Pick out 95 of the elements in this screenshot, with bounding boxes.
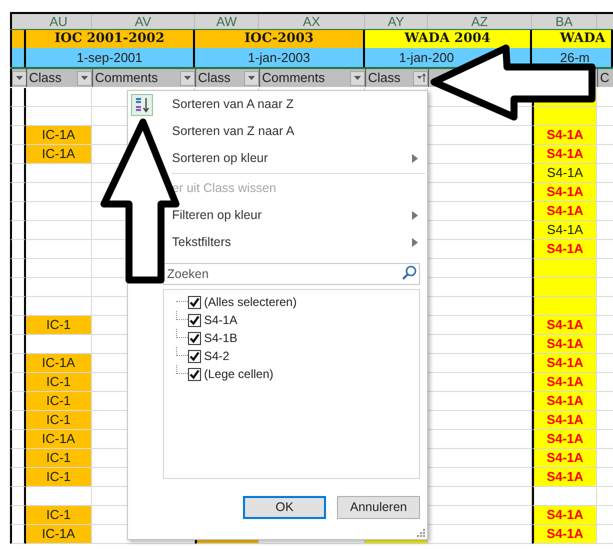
filter-active-button[interactable] [413, 70, 428, 86]
group-title: IOC-2003 [195, 30, 365, 48]
checkbox[interactable] [188, 350, 201, 362]
menu-item[interactable]: Tekstfilters [172, 233, 232, 252]
table-cell: S4-1A [532, 392, 597, 411]
table-cell: S4-1A [532, 335, 597, 354]
table-cell: S4-1A [532, 468, 597, 487]
table-cell: IC-1A [26, 430, 92, 449]
table-cell [10, 487, 26, 506]
checkbox-label[interactable]: S4-1A [204, 311, 238, 329]
dropdown-button[interactable] [244, 70, 259, 86]
checkbox-label[interactable]: (Lege cellen) [204, 365, 274, 383]
table-cell: S4-1A [532, 221, 597, 240]
table-cell: IC-1 [26, 373, 92, 392]
table-cell: S4-1A [532, 202, 597, 221]
filter-header-label: Class [368, 69, 401, 88]
table-cell [10, 164, 26, 183]
table-cell: S4-1A [532, 506, 597, 525]
filter-header-label: Class [29, 69, 62, 88]
table-cell: IC-1 [26, 316, 92, 335]
column-header[interactable]: AX [259, 14, 365, 29]
filter-header-label: Comments [262, 69, 325, 88]
menu-item[interactable]: Filteren op kleur [172, 206, 262, 225]
dropdown-button[interactable] [180, 70, 195, 86]
table-cell: S4-1A [532, 316, 597, 335]
filter-header-label: C [600, 69, 610, 88]
cancel-button[interactable]: Annuleren [337, 496, 420, 519]
caret-icon [81, 76, 88, 80]
table-cell: S4-1A [532, 373, 597, 392]
table-cell: IC-1 [26, 468, 92, 487]
table-cell [10, 107, 26, 126]
table-cell: IC-1 [26, 506, 92, 525]
search-field[interactable]: Zoeken [163, 263, 420, 285]
dropdown-button[interactable] [350, 70, 365, 86]
table-cell: S4-1A [532, 430, 597, 449]
table-cell: IC-1A [26, 145, 92, 164]
table-cell: IC-1A [26, 126, 92, 145]
column-header[interactable]: AZ [428, 14, 532, 29]
menu-item[interactable]: Sorteren van Z naar A [172, 122, 294, 141]
table-cell: S4-1A [532, 354, 597, 373]
checkbox[interactable] [188, 314, 201, 326]
sort-icon [131, 94, 153, 116]
group-title: IOC 2001-2002 [26, 30, 195, 48]
column-header[interactable]: AV [92, 14, 195, 29]
table-cell: IC-1A [26, 525, 92, 544]
table-cell [26, 88, 92, 107]
table-cell: IC-1 [26, 392, 92, 411]
checkbox[interactable] [188, 368, 201, 380]
table-cell: S4-1A [532, 183, 597, 202]
table-cell: IC-1 [26, 449, 92, 468]
table-cell [10, 48, 26, 67]
filter-sort-icon [416, 73, 426, 83]
checkbox[interactable] [188, 332, 201, 344]
filter-header-label: Class [198, 69, 231, 88]
table-cell: S4-1A [532, 525, 597, 544]
table-cell: S4-1A [532, 126, 597, 145]
caret-icon [16, 76, 23, 80]
table-cell [10, 221, 26, 240]
checkbox-label[interactable]: S4-1B [204, 329, 238, 347]
table-cell: IC-1A [26, 354, 92, 373]
column-header[interactable]: AU [26, 14, 92, 29]
ok-button[interactable]: OK [243, 496, 326, 519]
group-date: 1-sep-2001 [26, 48, 195, 67]
column-header[interactable]: AY [365, 14, 428, 29]
caret-icon [248, 76, 255, 80]
column-header[interactable]: BA [532, 14, 597, 29]
table-cell [10, 240, 26, 259]
table-cell: S4-1A [532, 411, 597, 430]
menu-item[interactable]: Sorteren van A naar Z [172, 95, 294, 114]
table-cell: S4-1A [532, 164, 597, 183]
resize-grip-icon[interactable] [417, 529, 425, 537]
filter-header-label: Comments [95, 69, 158, 88]
checkbox[interactable] [188, 296, 201, 308]
menu-item[interactable]: Sorteren op kleur [172, 149, 268, 168]
group-title: WADA [532, 30, 613, 48]
dropdown-button[interactable] [12, 70, 27, 86]
table-cell [10, 183, 26, 202]
table-cell: S4-1A [532, 145, 597, 164]
table-cell [10, 202, 26, 221]
table-cell [10, 278, 26, 297]
table-cell: S4-1A [532, 449, 597, 468]
search-icon [401, 265, 417, 281]
checkbox-label[interactable]: S4-2 [204, 347, 230, 365]
checkbox-label[interactable]: (Alles selecteren) [204, 293, 297, 311]
group-date: 1-jan-2003 [195, 48, 365, 67]
table-cell: S4-1A [532, 240, 597, 259]
caret-icon [354, 76, 361, 80]
dropdown-button[interactable] [77, 70, 92, 86]
caret-icon [184, 76, 191, 80]
group-title: WADA 2004 [365, 30, 532, 48]
table-cell [10, 297, 26, 316]
table-cell: IC-1 [26, 411, 92, 430]
table-cell [10, 335, 26, 354]
column-header[interactable]: AW [195, 14, 259, 29]
table-cell [10, 259, 26, 278]
